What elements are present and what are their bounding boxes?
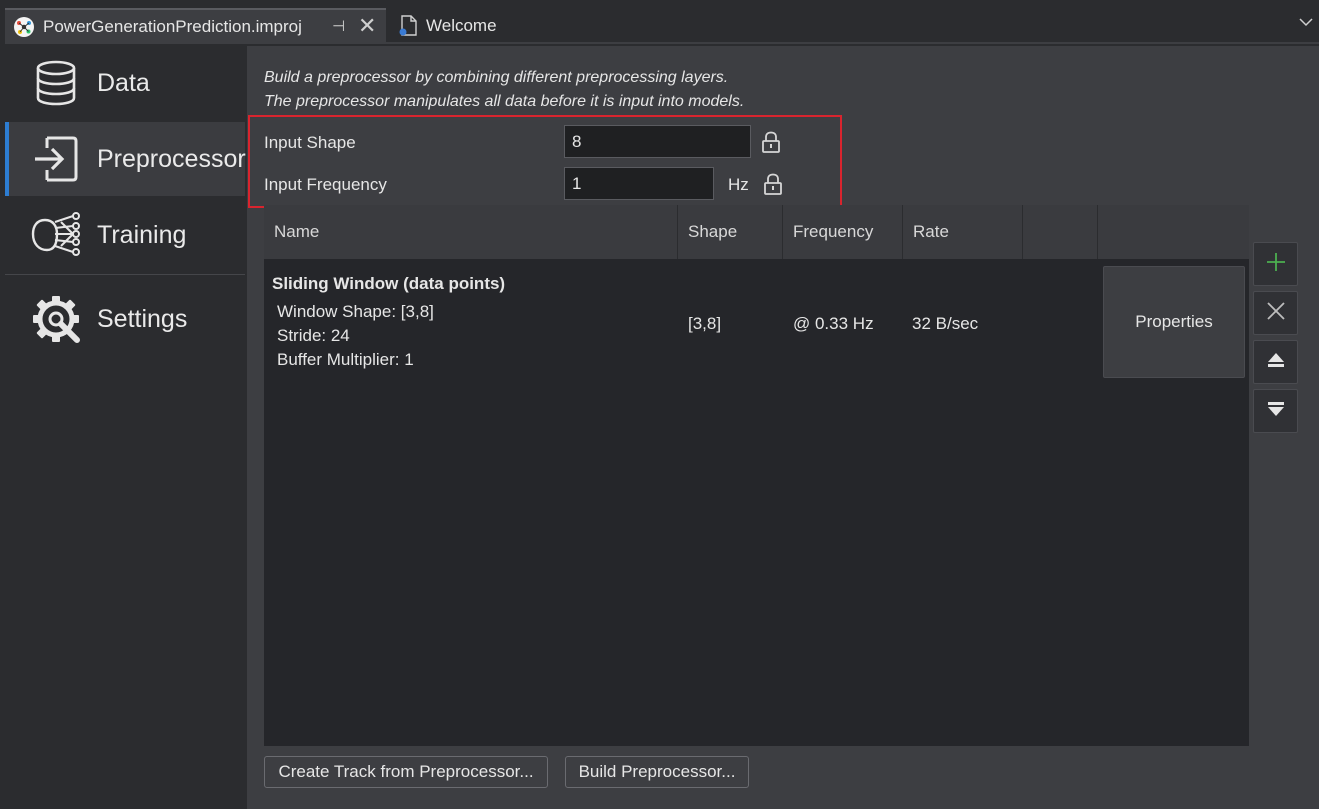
sidebar-divider (5, 274, 245, 275)
sidebar-item-data[interactable]: Data (5, 46, 245, 120)
network-icon (31, 210, 81, 260)
document-icon (398, 15, 418, 37)
table-header: Name Shape Frequency Rate (264, 205, 1249, 259)
tab-label: PowerGenerationPrediction.improj (43, 17, 302, 36)
column-header-rate[interactable]: Rate (903, 205, 1023, 259)
lock-icon[interactable] (761, 131, 781, 153)
lock-icon[interactable] (763, 173, 783, 195)
tab-project[interactable]: PowerGenerationPrediction.improj ⊣ ✕ (5, 8, 386, 44)
sidebar-item-settings[interactable]: Settings (5, 282, 245, 356)
frequency-unit: Hz (728, 175, 749, 194)
column-header-empty (1023, 205, 1098, 259)
tab-divider (5, 42, 1319, 44)
add-layer-button[interactable] (1253, 242, 1298, 286)
input-frequency-field[interactable]: 1 (564, 167, 714, 200)
input-shape-label: Input Shape (264, 133, 356, 152)
eject-up-icon (1267, 351, 1285, 374)
remove-layer-button[interactable] (1253, 291, 1298, 335)
create-track-button[interactable]: Create Track from Preprocessor... (264, 756, 548, 788)
sidebar-item-preprocessor[interactable]: Preprocessor (5, 122, 246, 196)
move-up-button[interactable] (1253, 340, 1298, 384)
layer-detail: Buffer Multiplier: 1 (277, 350, 414, 369)
sidebar-item-label: Settings (97, 304, 188, 333)
build-preprocessor-button[interactable]: Build Preprocessor... (565, 756, 749, 788)
move-down-button[interactable] (1253, 389, 1298, 433)
layer-detail: Window Shape: [3,8] (277, 302, 434, 321)
x-icon (1266, 301, 1286, 326)
layer-frequency: @ 0.33 Hz (793, 314, 874, 333)
description-line: The preprocessor manipulates all data be… (264, 93, 745, 110)
project-icon (13, 16, 35, 38)
column-header-shape[interactable]: Shape (678, 205, 783, 259)
column-header-frequency[interactable]: Frequency (783, 205, 903, 259)
eject-down-icon (1267, 400, 1285, 423)
close-icon[interactable]: ✕ (358, 13, 376, 39)
sidebar-item-training[interactable]: Training (5, 198, 245, 272)
tab-bar: PowerGenerationPrediction.improj ⊣ ✕ Wel… (0, 0, 1319, 44)
layer-title: Sliding Window (data points) (272, 274, 506, 293)
gear-wrench-icon (31, 294, 81, 344)
properties-button[interactable]: Properties (1103, 266, 1245, 378)
pin-icon[interactable]: ⊣ (332, 17, 345, 35)
layers-table: Name Shape Frequency Rate Sliding Window… (264, 205, 1249, 746)
login-arrow-icon (31, 134, 81, 184)
layer-rate: 32 B/sec (912, 314, 979, 333)
plus-icon (1265, 251, 1287, 278)
description-line: Build a preprocessor by combining differ… (264, 69, 729, 86)
preprocessor-panel: Build a preprocessor by combining differ… (247, 46, 1319, 809)
sidebar: Data Preprocessor Training Settings (5, 46, 246, 809)
database-icon (31, 58, 81, 108)
layer-shape: [3,8] (688, 314, 722, 333)
sidebar-item-label: Preprocessor (97, 144, 246, 173)
chevron-down-icon[interactable] (1299, 14, 1313, 30)
input-shape-field[interactable]: 8 (564, 125, 751, 158)
sidebar-item-label: Data (97, 68, 150, 97)
sidebar-item-label: Training (97, 220, 187, 249)
description: Build a preprocessor by combining differ… (264, 66, 744, 114)
tab-welcome[interactable]: Welcome (394, 8, 554, 44)
column-header-name[interactable]: Name (264, 205, 678, 259)
layer-detail: Stride: 24 (277, 326, 350, 345)
input-frequency-label: Input Frequency (264, 175, 387, 194)
tab-label: Welcome (426, 16, 497, 35)
